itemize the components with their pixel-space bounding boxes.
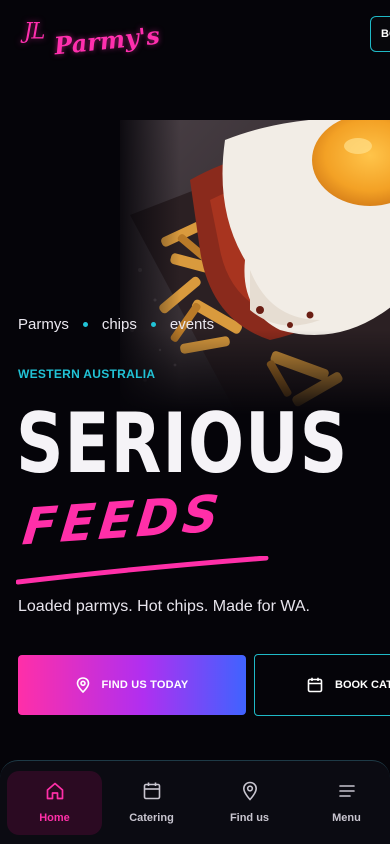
hero-subtitle: Loaded parmys. Hot chips. Made for WA. <box>18 598 310 615</box>
book-catering-button[interactable]: BOOK CATERING <box>254 654 390 716</box>
nav-label-menu: Menu <box>332 812 361 824</box>
menu-icon <box>337 781 357 806</box>
brand-logo[interactable]: JL Parmy's <box>24 16 161 60</box>
book-catering-label: BOOK CATERING <box>335 679 390 691</box>
nav-item-home[interactable]: Home <box>7 771 102 835</box>
map-pin-icon <box>76 677 90 693</box>
nav-item-catering[interactable]: Catering <box>104 771 199 835</box>
nav-item-find-us[interactable]: Find us <box>202 771 297 835</box>
tag-separator-dot <box>82 322 88 327</box>
find-us-today-label: FIND US TODAY <box>101 679 189 691</box>
nav-item-menu[interactable]: Menu <box>299 771 390 835</box>
tag-parmys: Parmys <box>18 316 69 333</box>
calendar-icon <box>142 781 162 806</box>
home-icon <box>45 781 65 806</box>
map-pin-icon <box>240 781 260 806</box>
nav-label-catering: Catering <box>129 812 174 824</box>
header-book-button[interactable]: BOOK <box>370 16 390 52</box>
tag-events: events <box>169 316 215 333</box>
find-us-today-button[interactable]: FIND US TODAY <box>18 655 246 715</box>
hero-tags: Parmys chips events <box>18 316 214 333</box>
header-book-label: BOOK <box>381 28 390 40</box>
bottom-navigation: Home Catering Find us Menu <box>0 760 390 844</box>
tag-chips: chips <box>101 316 137 333</box>
calendar-icon <box>307 677 323 693</box>
tag-separator-dot <box>150 322 156 327</box>
logo-script: Parmy's <box>52 20 162 61</box>
accent-underline <box>16 556 269 585</box>
nav-label-find-us: Find us <box>229 812 270 824</box>
logo-initials: JL <box>24 18 45 44</box>
hero-eyebrow: WESTERN AUSTRALIA <box>18 367 156 381</box>
home-screen: JL Parmy's BOOK Parmys chips events WEST… <box>0 0 390 844</box>
nav-label-home: Home <box>39 812 70 824</box>
